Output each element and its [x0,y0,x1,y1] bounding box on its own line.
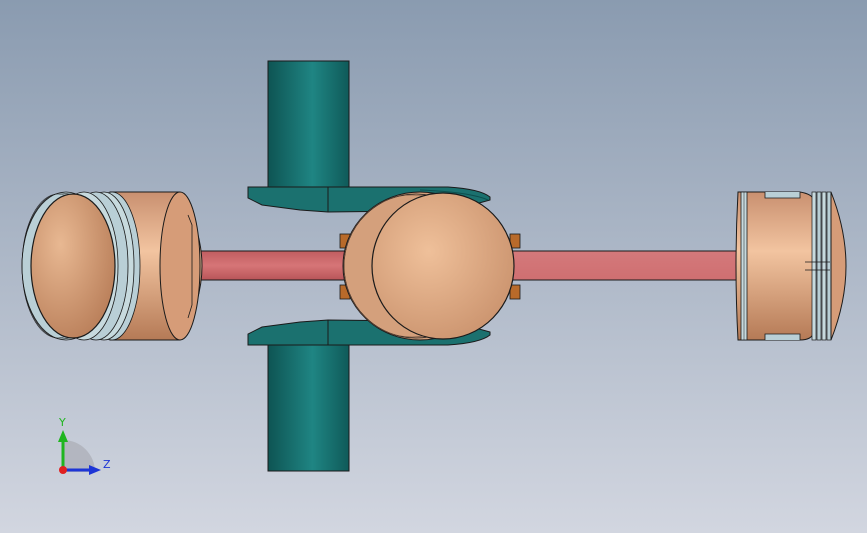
model-scene[interactable]: Y Z [0,0,867,533]
cad-graphics-viewport[interactable]: Y Z [0,0,867,533]
right-connecting-rod[interactable] [511,250,741,281]
axis-z-label: Z [103,458,111,471]
upper-shaft[interactable] [267,60,350,189]
center-piston[interactable] [342,191,515,341]
axis-y-label: Y [58,416,66,429]
lower-shaft[interactable] [267,343,350,472]
right-piston[interactable] [735,191,847,341]
left-connecting-rod[interactable] [197,250,347,281]
left-piston[interactable] [21,191,203,341]
